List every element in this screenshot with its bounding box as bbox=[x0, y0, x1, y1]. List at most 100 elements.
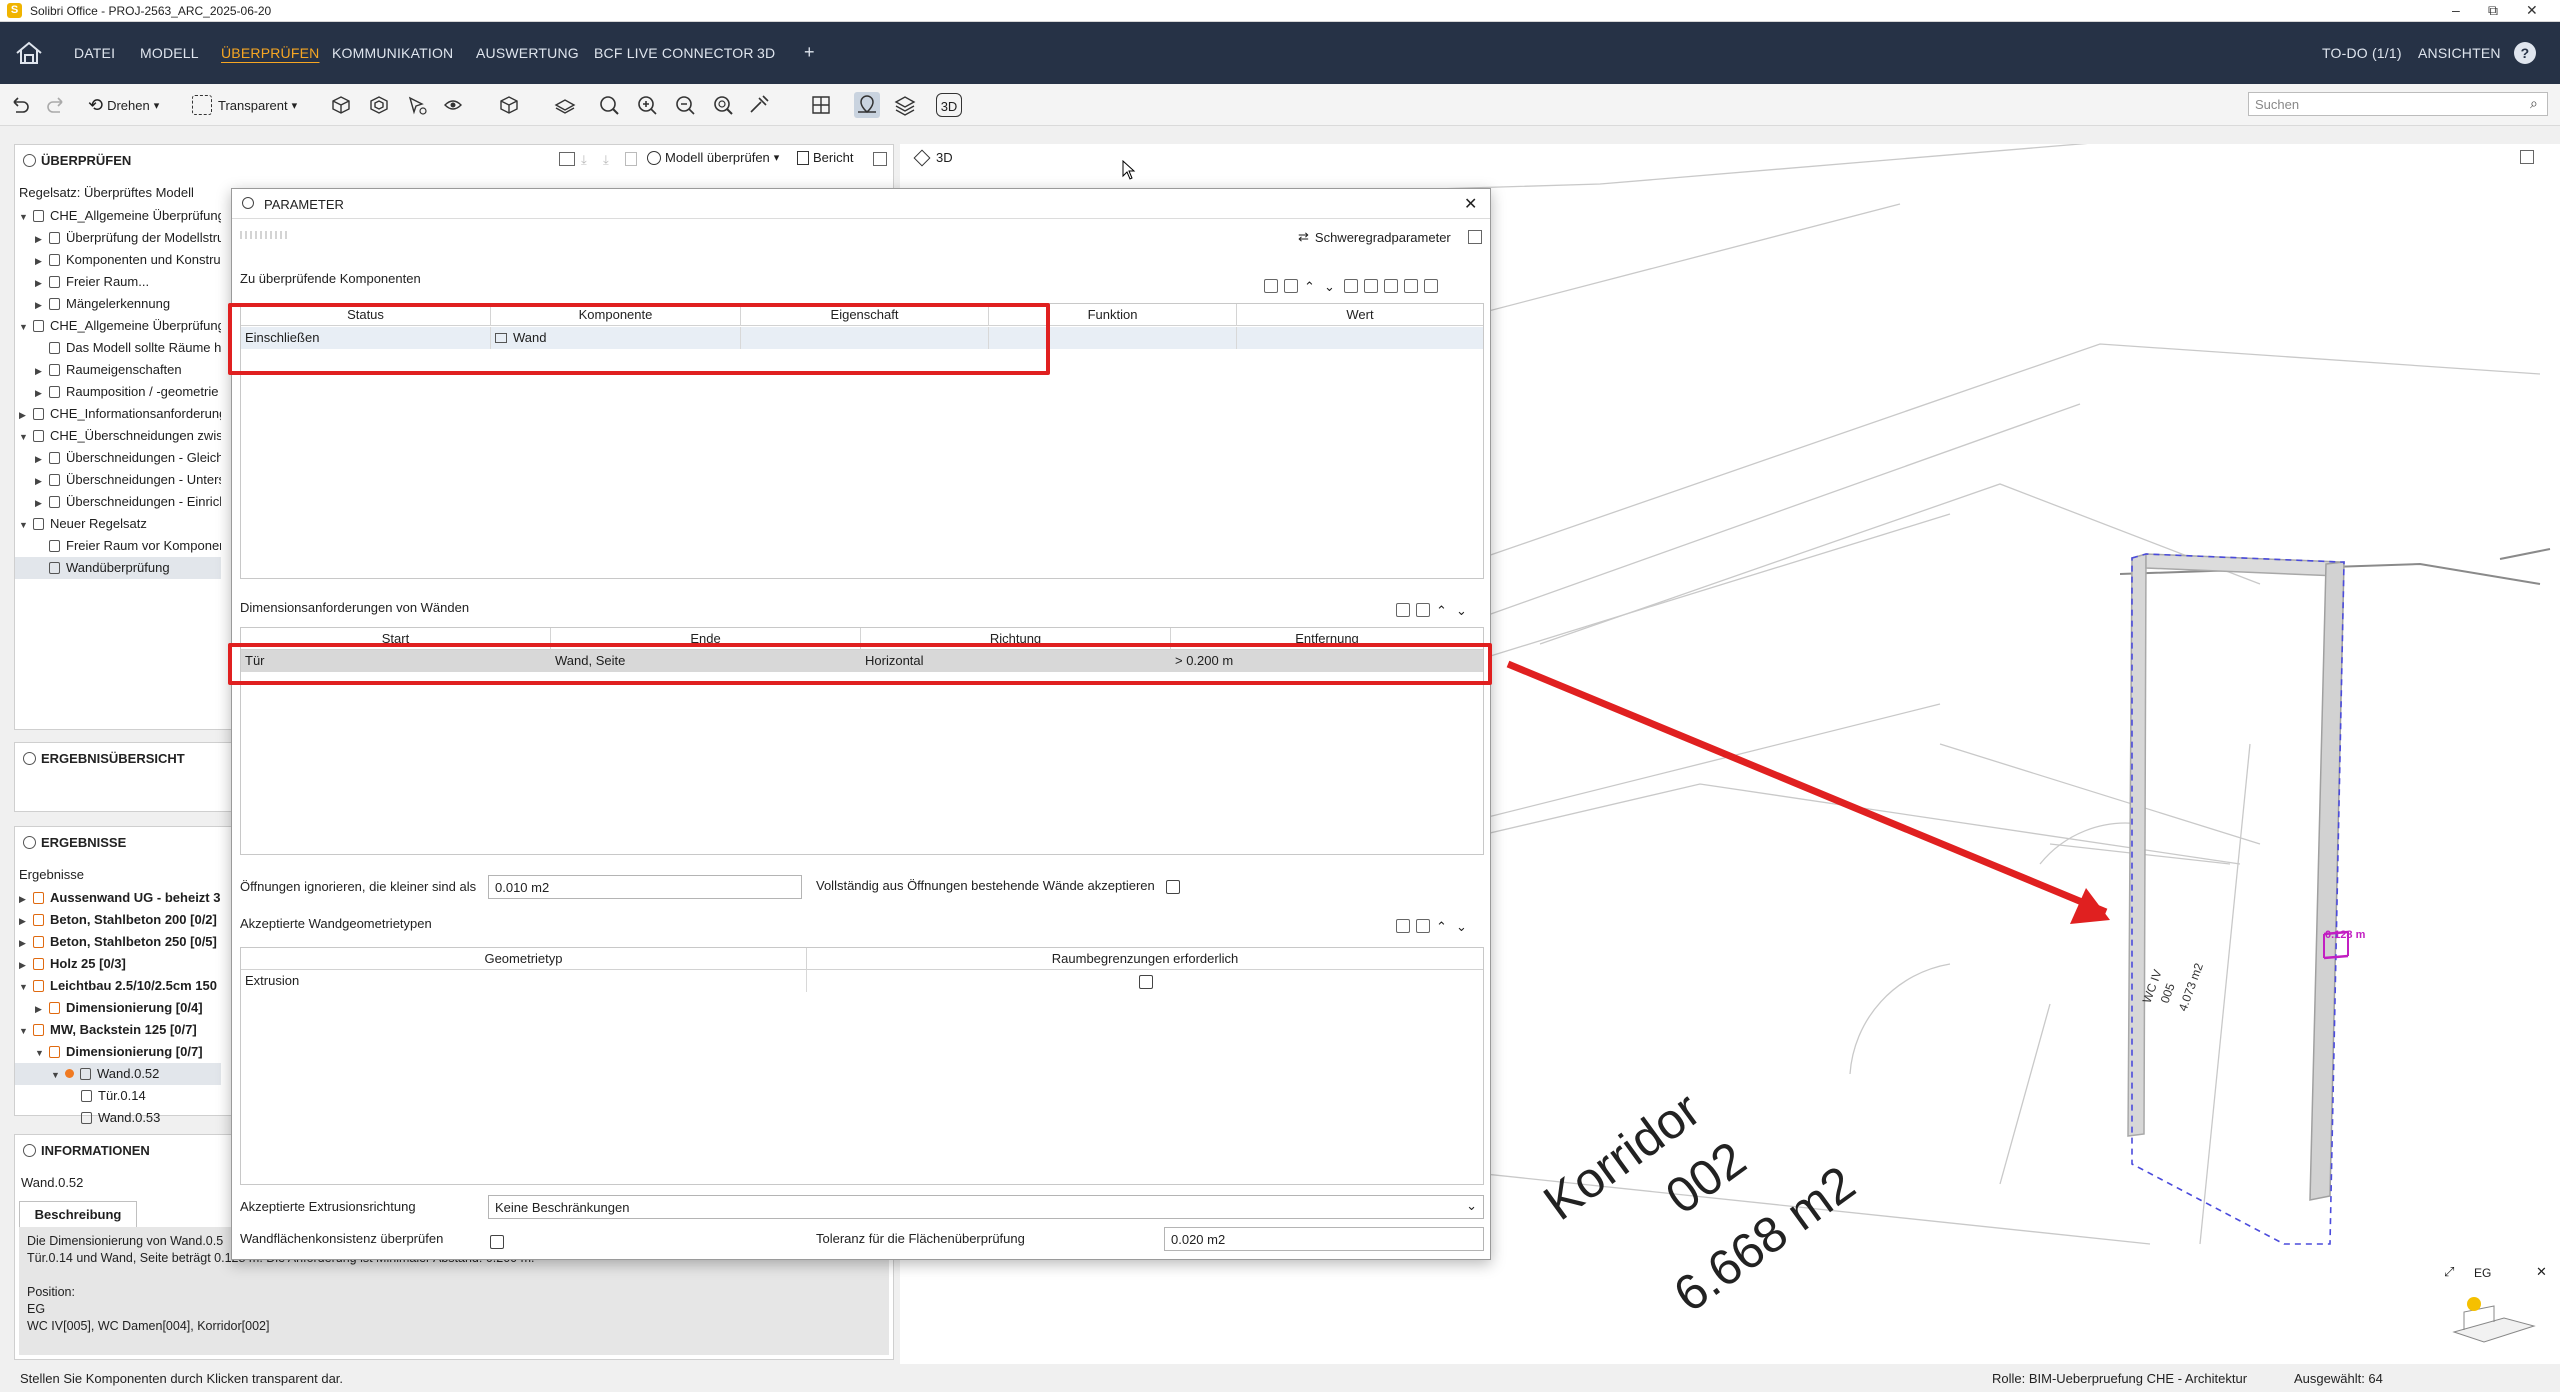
search-input[interactable]: Suchen bbox=[2248, 92, 2548, 116]
visibility-icon[interactable] bbox=[440, 92, 466, 118]
hide-icon[interactable] bbox=[328, 92, 354, 118]
result-item[interactable]: ▶ Dimensionierung [0/4] bbox=[15, 997, 221, 1019]
tab-beschreibung[interactable]: Beschreibung bbox=[19, 1201, 137, 1227]
ruleset-item[interactable]: ▶ Mängelerkennung bbox=[15, 293, 221, 315]
select-icon[interactable] bbox=[404, 92, 430, 118]
collapsed-icon[interactable]: ▶ bbox=[19, 404, 33, 425]
ruleset-item[interactable]: ▶ Raumeigenschaften bbox=[15, 359, 221, 381]
result-item[interactable]: ▼ MW, Backstein 125 [0/7] bbox=[15, 1019, 221, 1041]
expand-icon[interactable]: ⤢ bbox=[2444, 1264, 2454, 1280]
layers-icon[interactable] bbox=[892, 92, 918, 118]
3d-view-icon[interactable]: 3D bbox=[936, 93, 962, 117]
cell-geometrietyp[interactable]: Extrusion bbox=[241, 970, 807, 992]
ruleset-item[interactable]: ▶ Überschneidungen - Gleiche bbox=[15, 447, 221, 469]
collapsed-icon[interactable]: ▶ bbox=[35, 492, 49, 513]
floor-plan-icon[interactable] bbox=[552, 92, 578, 118]
ruleset-item[interactable]: ▶ Überschneidungen - Unterschiedliche bbox=[15, 469, 221, 491]
collapsed-icon[interactable]: ▶ bbox=[19, 932, 33, 953]
panel-menu-icon[interactable] bbox=[873, 152, 887, 166]
import-icon[interactable]: ⤓ bbox=[603, 152, 609, 168]
rotate-dropdown[interactable]: ⟲ Drehen ▾ bbox=[88, 93, 159, 117]
expanded-icon[interactable]: ▼ bbox=[35, 1042, 49, 1063]
ruleset-item[interactable]: ▼ Neuer Regelsatz bbox=[15, 513, 221, 535]
zoom-extents-icon[interactable] bbox=[596, 92, 622, 118]
menu-ueberpruefen[interactable]: ÜBERPRÜFEN bbox=[221, 45, 319, 61]
zoom-in-icon[interactable] bbox=[634, 92, 660, 118]
menu-auswertung[interactable]: AUSWERTUNG bbox=[476, 45, 579, 61]
collapsed-icon[interactable]: ▶ bbox=[35, 382, 49, 403]
result-item[interactable]: Tür.0.14 bbox=[15, 1085, 221, 1107]
collapsed-icon[interactable]: ▶ bbox=[35, 470, 49, 491]
isolate-icon[interactable] bbox=[366, 92, 392, 118]
col-raumbegrenzungen[interactable]: Raumbegrenzungen erforderlich bbox=[807, 948, 1483, 970]
minimize-button[interactable]: – bbox=[2452, 2, 2460, 18]
dim-add-icon[interactable] bbox=[1396, 603, 1410, 617]
menu-kommunikation[interactable]: KOMMUNIKATION bbox=[332, 45, 453, 61]
grid-icon[interactable] bbox=[808, 92, 834, 118]
box-view-icon[interactable] bbox=[496, 92, 522, 118]
expanded-icon[interactable]: ▼ bbox=[19, 514, 33, 535]
ruleset-item[interactable]: ▼ CHE_Überschneidungen zwischen bbox=[15, 425, 221, 447]
collapsed-icon[interactable]: ▶ bbox=[35, 360, 49, 381]
consistency-checkbox[interactable] bbox=[490, 1235, 504, 1249]
verify-model-button[interactable]: Modell überprüfen ▾ bbox=[647, 150, 779, 165]
transparent-dropdown[interactable]: Transparent ▾ bbox=[192, 93, 297, 117]
expanded-icon[interactable]: ▼ bbox=[51, 1064, 65, 1085]
menu-todo[interactable]: TO-DO (1/1) bbox=[2322, 45, 2402, 61]
menu-ansichten[interactable]: ANSICHTEN bbox=[2418, 45, 2501, 61]
ruleset-item[interactable]: ▶ Überschneidungen - Einrichtung bbox=[15, 491, 221, 513]
zoom-selection-icon[interactable] bbox=[710, 92, 736, 118]
report-button[interactable]: Bericht bbox=[797, 150, 853, 165]
ruleset-item[interactable]: Das Modell sollte Räume haben bbox=[15, 337, 221, 359]
ruleset-item[interactable]: ▶ CHE_Informationsanforderungen bbox=[15, 403, 221, 425]
unlock-icon[interactable] bbox=[1404, 279, 1418, 293]
dialog-menu-icon[interactable] bbox=[1468, 230, 1482, 244]
drag-handle[interactable] bbox=[240, 231, 290, 239]
result-item[interactable]: ▼ Leichtbau 2.5/10/2.5cm 150 [0 bbox=[15, 975, 221, 997]
collapsed-icon[interactable]: ▶ bbox=[35, 294, 49, 315]
redo-icon[interactable] bbox=[44, 92, 70, 118]
result-item[interactable]: ▶ Beton, Stahlbeton 250 [0/5] bbox=[15, 931, 221, 953]
severity-parameter-button[interactable]: ⇄ Schweregradparameter bbox=[1298, 229, 1451, 245]
dialog-close-icon[interactable]: ✕ bbox=[1464, 194, 1477, 214]
folder-icon[interactable] bbox=[559, 152, 575, 166]
open-icon[interactable] bbox=[1344, 279, 1358, 293]
geo-down-icon[interactable]: ⌄ bbox=[1456, 919, 1470, 934]
result-item[interactable]: Wand.0.53 bbox=[15, 1107, 221, 1129]
expanded-icon[interactable]: ▼ bbox=[19, 1020, 33, 1041]
menu-bcf-live-connector[interactable]: BCF LIVE CONNECTOR bbox=[594, 45, 754, 61]
expanded-icon[interactable]: ▼ bbox=[19, 316, 33, 337]
menu-modell[interactable]: MODELL bbox=[140, 45, 199, 61]
move-down-icon[interactable]: ⌄ bbox=[1324, 279, 1338, 294]
collapsed-icon[interactable]: ▶ bbox=[19, 888, 33, 909]
openings-input[interactable]: 0.010 m2 bbox=[488, 875, 802, 899]
location-icon[interactable] bbox=[854, 92, 880, 118]
ruleset-item[interactable]: ▶ Komponenten und Konstruktion bbox=[15, 249, 221, 271]
collapsed-icon[interactable]: ▶ bbox=[35, 250, 49, 271]
accept-openings-checkbox[interactable] bbox=[1166, 880, 1180, 894]
result-item[interactable]: ▼ Dimensionierung [0/7] bbox=[15, 1041, 221, 1063]
lock-icon[interactable] bbox=[1384, 279, 1398, 293]
save-icon[interactable] bbox=[1364, 279, 1378, 293]
close-window-button[interactable]: ✕ bbox=[2526, 2, 2538, 19]
add-tab-button[interactable]: + bbox=[804, 42, 815, 63]
geo-add-icon[interactable] bbox=[1396, 919, 1410, 933]
ruleset-item[interactable]: ▶ Raumposition / -geometrie bbox=[15, 381, 221, 403]
download-icon[interactable]: ⤓ bbox=[581, 152, 587, 168]
menu-datei[interactable]: DATEI bbox=[74, 45, 115, 61]
ruleset-item[interactable]: ▶ Freier Raum... bbox=[15, 271, 221, 293]
ruleset-item[interactable]: ▼ CHE_Allgemeine Überprüfung bbox=[15, 315, 221, 337]
dim-down-icon[interactable]: ⌄ bbox=[1456, 603, 1470, 618]
expanded-icon[interactable]: ▼ bbox=[19, 426, 33, 447]
ruleset-item[interactable]: Wandüberprüfung bbox=[15, 557, 221, 579]
result-item[interactable]: ▶ Aussenwand UG - beheizt 370 bbox=[15, 887, 221, 909]
col-geometrietyp[interactable]: Geometrietyp bbox=[241, 948, 807, 970]
collapsed-icon[interactable]: ▶ bbox=[35, 228, 49, 249]
add-row-icon[interactable] bbox=[1264, 279, 1278, 293]
close-nav-icon[interactable]: ✕ bbox=[2536, 1264, 2547, 1280]
remove-row-icon[interactable] bbox=[1284, 279, 1298, 293]
dim-up-icon[interactable]: ⌃ bbox=[1436, 603, 1450, 618]
clear-icon[interactable] bbox=[1424, 279, 1438, 293]
expanded-icon[interactable]: ▼ bbox=[19, 206, 33, 227]
result-item[interactable]: ▶ Beton, Stahlbeton 200 [0/2] bbox=[15, 909, 221, 931]
